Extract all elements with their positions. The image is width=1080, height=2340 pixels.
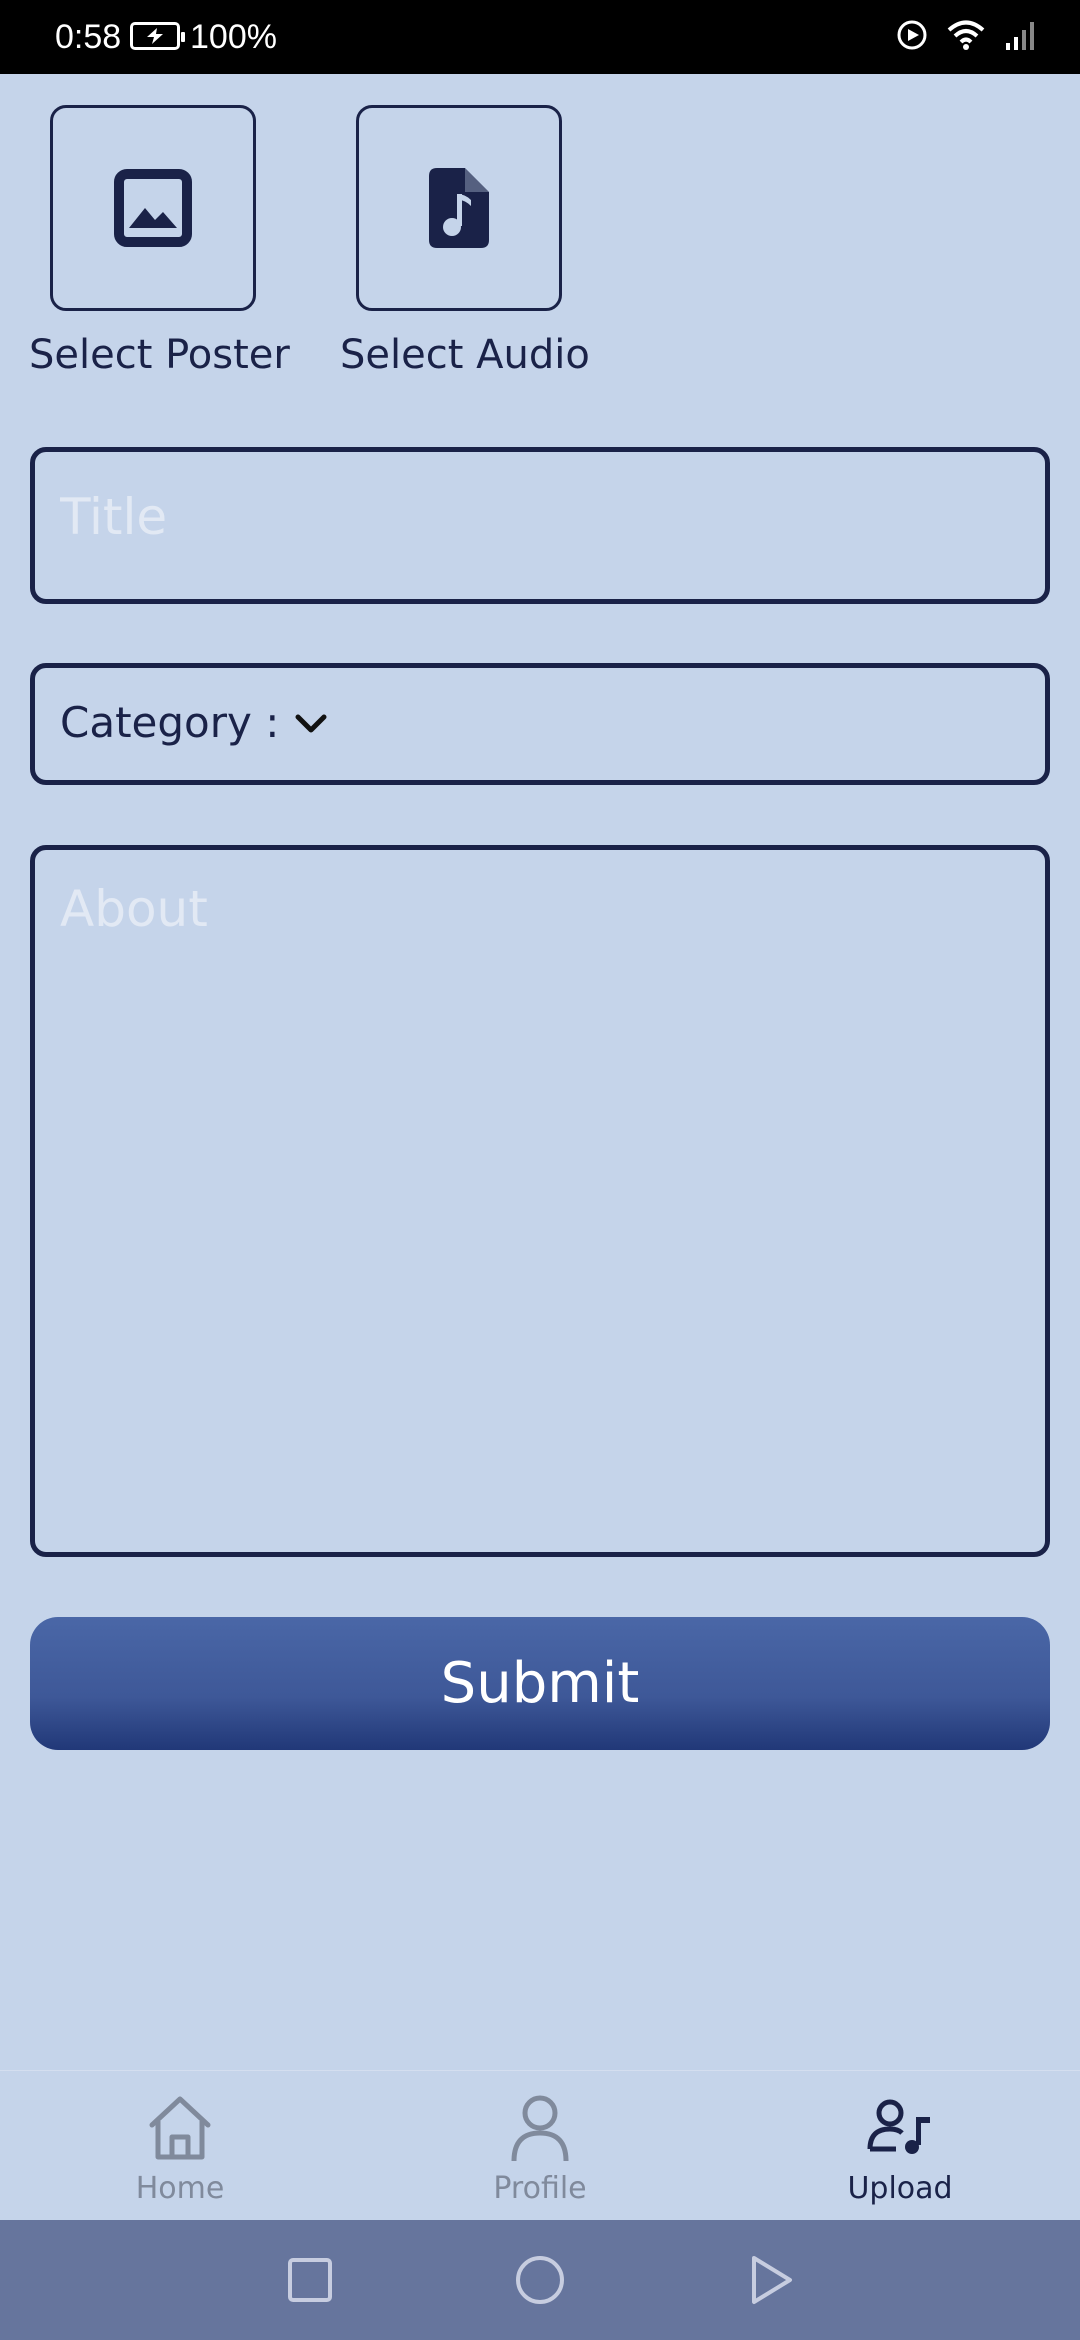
upload-music-icon [867, 2099, 930, 2154]
about-field[interactable] [30, 845, 1050, 1557]
nav-item-profile[interactable]: Profile [360, 2071, 720, 2221]
status-time: 0:58 [55, 18, 122, 56]
nav-item-home[interactable]: Home [0, 2071, 360, 2221]
signal-icon [1006, 22, 1034, 50]
select-audio-label: Select Audio [340, 332, 590, 378]
submit-button[interactable]: Submit [30, 1617, 1050, 1750]
title-field[interactable] [30, 447, 1050, 604]
recent-apps-icon[interactable] [280, 2250, 340, 2310]
about-input[interactable] [35, 850, 1045, 1552]
system-nav-bar [0, 2220, 1080, 2340]
audio-file-icon [429, 168, 489, 248]
home-icon [149, 2096, 211, 2160]
battery-icon [130, 22, 185, 50]
title-input[interactable] [35, 452, 1045, 599]
image-icon [114, 169, 192, 247]
person-icon [511, 2095, 569, 2162]
bottom-nav: Home Profile Upload [0, 2070, 1080, 2221]
battery-percentage: 100% [190, 18, 277, 56]
wifi-icon [947, 20, 985, 50]
select-poster-button[interactable] [50, 105, 256, 311]
select-audio-button[interactable] [356, 105, 562, 311]
nav-label-profile: Profile [493, 2171, 587, 2206]
back-icon[interactable] [740, 2250, 800, 2310]
select-poster-label: Select Poster [29, 332, 290, 378]
category-dropdown[interactable]: Category : [30, 663, 1050, 785]
nav-label-upload: Upload [847, 2171, 953, 2206]
chevron-down-icon[interactable] [293, 706, 329, 742]
nav-label-home: Home [135, 2171, 225, 2206]
home-button-icon[interactable] [510, 2250, 570, 2310]
media-playing-icon [897, 20, 927, 50]
status-bar: 0:58 100% [0, 0, 1080, 74]
status-icons [896, 18, 1040, 52]
nav-item-upload[interactable]: Upload [720, 2071, 1080, 2221]
category-label: Category : [60, 698, 280, 747]
